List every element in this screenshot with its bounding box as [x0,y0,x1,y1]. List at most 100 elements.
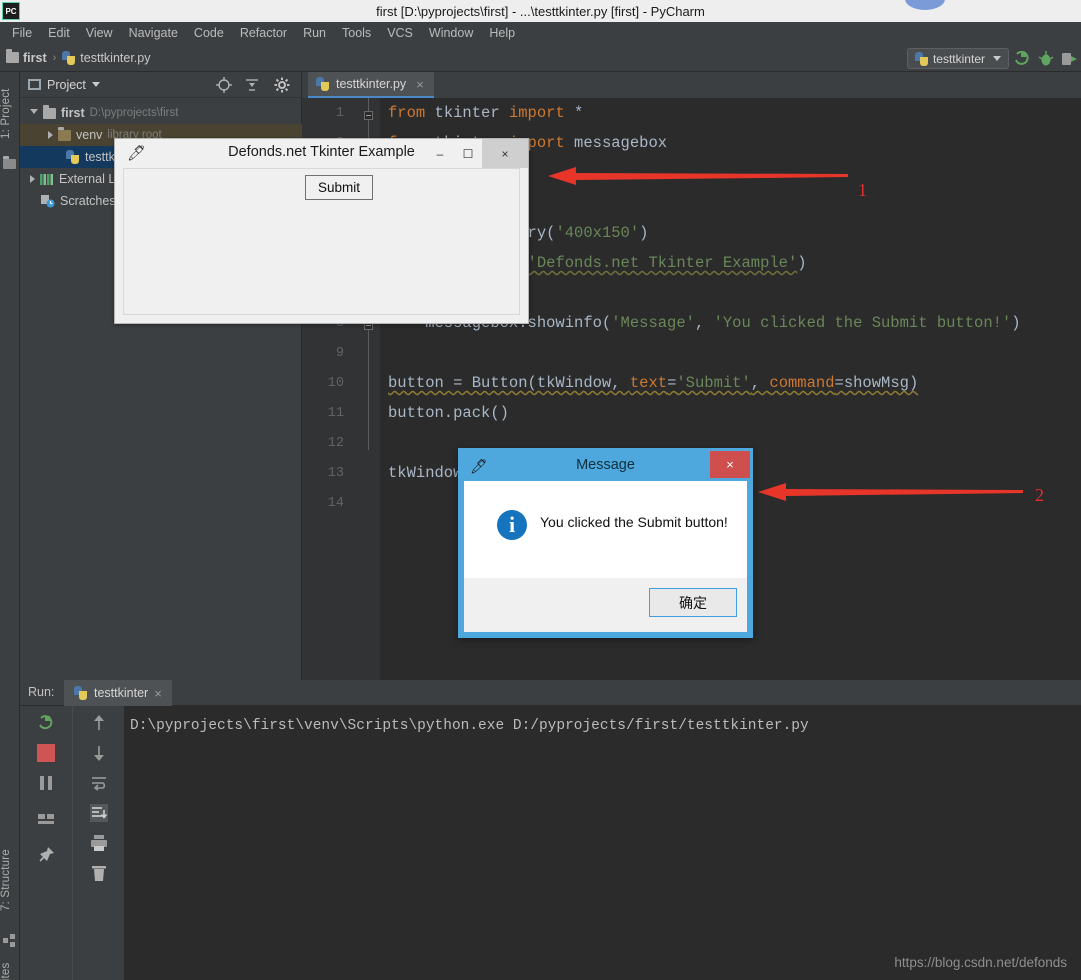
project-folder-icon [3,156,17,170]
pycharm-logo-icon: PC [2,2,20,20]
message-dialog-footer: 确定 [464,578,747,632]
chevron-down-icon[interactable] [30,108,38,118]
close-button[interactable]: × [482,139,528,168]
menu-item-help[interactable]: Help [481,24,523,42]
console-output-line: D:\pyprojects\first\venv\Scripts\python.… [130,718,809,734]
rerun-icon[interactable] [37,714,55,732]
line-number: 9 [335,346,344,361]
left-tool-tabs: 1: Project 7: Structure 2: Favorites ★ [0,72,20,980]
menu-item-code[interactable]: Code [186,24,232,42]
print-icon[interactable] [90,834,108,852]
pin-icon[interactable] [37,846,55,864]
menu-item-tools[interactable]: Tools [334,24,379,42]
code-line-1: from tkinter import * [388,104,584,122]
minimize-button[interactable]: – [426,139,454,168]
message-dialog-title: Message [576,457,635,473]
arrow-down-icon[interactable] [90,744,108,762]
breadcrumb-project[interactable]: first [6,49,47,65]
line-number: 10 [327,376,344,391]
menu-item-file[interactable]: File [4,24,40,42]
tkinter-window-body: Submit [123,168,520,315]
scratches-icon [41,195,55,208]
menu-item-run[interactable]: Run [295,24,334,42]
run-configuration-label: testtkinter [932,51,985,66]
python-file-icon [66,150,80,164]
sidebar-tab-structure[interactable]: 7: Structure [0,832,20,928]
trash-icon[interactable] [90,864,108,882]
maximize-button[interactable]: ☐ [454,139,482,168]
line-number: 1 [335,106,344,121]
watermark: https://blog.csdn.net/defonds [894,955,1067,970]
menu-item-refactor[interactable]: Refactor [232,24,295,42]
window-title-bar: PC first [D:\pyprojects\first] - ...\tes… [0,0,1081,22]
layout-icon[interactable] [37,810,55,828]
structure-icon [3,934,15,947]
folder-icon [6,49,19,63]
submit-button[interactable]: Submit [305,175,374,200]
message-dialog[interactable]: 🖊 Message × i You clicked the Submit but… [458,448,753,638]
annotation-arrow-2 [758,483,1023,501]
arrow-up-icon[interactable] [90,714,108,732]
info-icon: i [497,510,527,540]
run-button[interactable] [1013,50,1031,68]
menu-item-edit[interactable]: Edit [40,24,78,42]
code-line-10: button = Button(tkWindow, text='Submit',… [388,374,919,392]
chevron-down-icon [993,56,1001,61]
run-tab-strip: Run: testtkinter × [20,680,1081,706]
close-icon[interactable]: × [416,77,424,92]
chevron-right-icon[interactable] [30,175,35,183]
window-title: first [D:\pyprojects\first] - ...\testtk… [376,3,705,19]
close-button[interactable]: × [710,451,750,478]
menu-bar: File Edit View Navigate Code Refactor Ru… [0,22,1081,44]
run-toolbar-left [20,706,72,980]
run-tab-testtkinter[interactable]: testtkinter × [64,680,172,706]
chevron-right-icon[interactable] [48,131,53,139]
sidebar-tab-project[interactable]: 1: Project [0,78,20,150]
close-icon[interactable]: × [154,686,162,701]
run-console[interactable]: D:\pyprojects\first\venv\Scripts\python.… [124,706,1081,980]
editor-tab-label: testtkinter.py [336,77,407,91]
decorative-blob [905,0,945,10]
gear-icon[interactable] [274,77,290,93]
python-file-icon [62,50,76,65]
tkinter-main-window[interactable]: 🖊 Defonds.net Tkinter Example – ☐ × Subm… [114,138,529,324]
locate-target-icon[interactable] [216,77,232,93]
editor-tab-strip: testtkinter.py × [302,72,1081,98]
message-dialog-body: i You clicked the Submit button! [464,481,747,578]
ok-button[interactable]: 确定 [649,588,737,617]
tree-label-venv: venv [76,128,103,142]
stop-icon[interactable] [37,744,55,762]
run-configuration-selector[interactable]: testtkinter [906,48,1009,69]
run-with-coverage-button[interactable] [1060,50,1078,68]
menu-item-vcs[interactable]: VCS [379,24,421,42]
breadcrumb-separator: › [52,51,57,64]
tree-hint-first: D:\pyprojects\first [89,107,179,119]
breadcrumb-file-label: testtkinter.py [80,50,151,65]
tkinter-window-controls: – ☐ × [426,139,528,168]
line-number: 13 [327,466,344,481]
python-file-icon [316,77,330,91]
debug-button[interactable] [1037,50,1055,68]
chevron-down-icon[interactable] [91,82,100,87]
code-line-11: button.pack() [388,404,509,422]
pause-icon[interactable] [37,774,55,792]
breadcrumb-project-label: first [23,50,47,65]
fold-collapse-icon[interactable] [364,111,373,120]
menu-item-window[interactable]: Window [421,24,481,42]
libraries-icon [40,173,53,185]
run-toolbar-right [72,706,124,980]
editor-tab-testtkinter[interactable]: testtkinter.py × [308,72,434,98]
tree-row-project[interactable]: first D:\pyprojects\first [20,102,302,124]
soft-wrap-icon[interactable] [90,774,108,792]
folder-venv-icon [58,126,71,141]
collapse-all-icon[interactable] [244,77,260,93]
line-number: 11 [327,406,344,421]
project-panel-header: Project [20,72,314,98]
sidebar-tab-favorites[interactable]: 2: Favorites [0,956,20,980]
breadcrumb-file[interactable]: testtkinter.py [62,50,151,65]
message-dialog-text: You clicked the Submit button! [540,514,728,530]
line-number: 12 [327,436,344,451]
scroll-to-end-icon[interactable] [90,804,108,822]
menu-item-navigate[interactable]: Navigate [121,24,186,42]
menu-item-view[interactable]: View [78,24,121,42]
